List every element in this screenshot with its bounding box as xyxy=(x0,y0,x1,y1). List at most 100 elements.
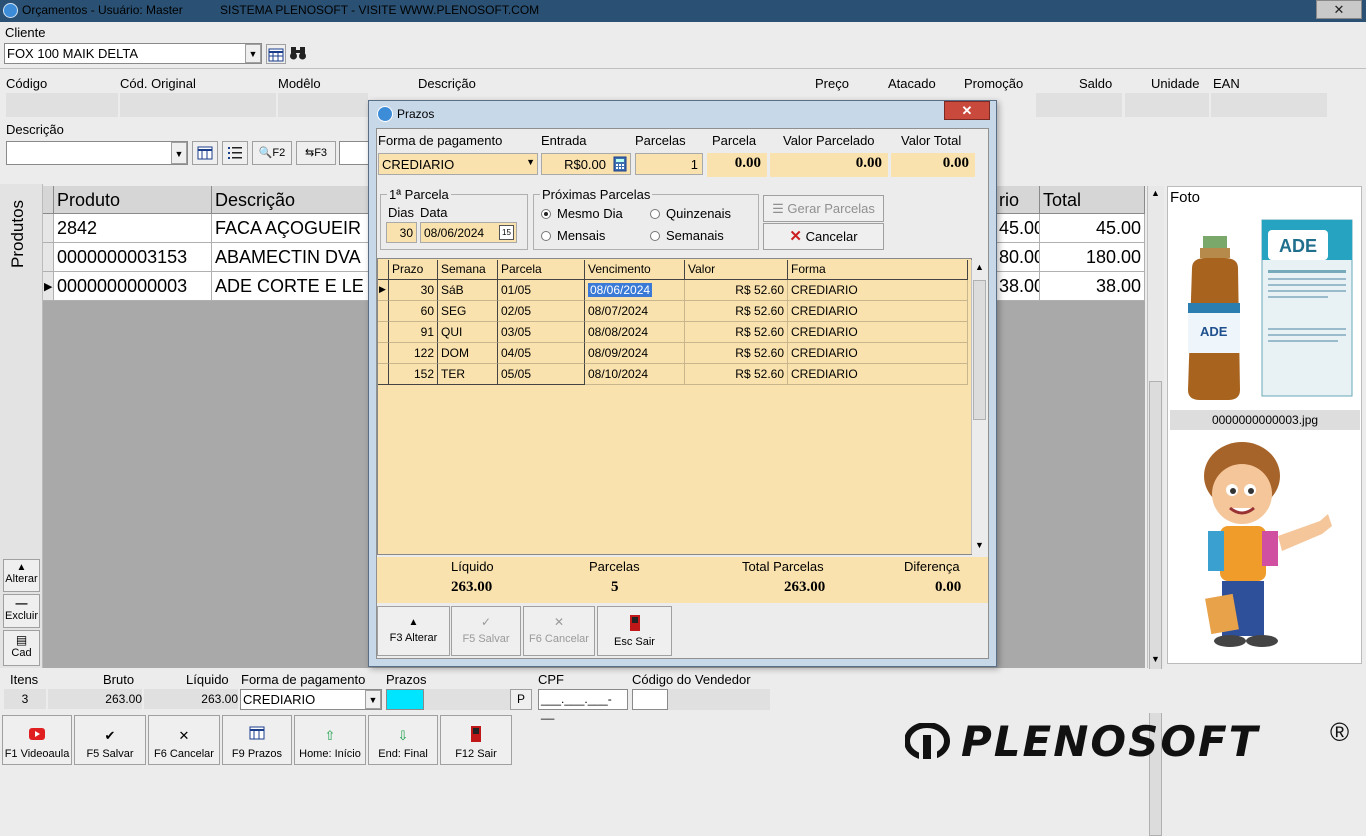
table-row-cell[interactable]: DOM xyxy=(438,343,498,364)
table-row-cell[interactable]: QUI xyxy=(438,322,498,343)
table-row-cell[interactable]: 03/05 xyxy=(498,322,585,343)
f1-videoaula-button[interactable]: F1 Videoaula xyxy=(2,715,72,765)
f6-cancelar-dialog-button[interactable]: ✕ F6 Cancelar xyxy=(523,606,595,656)
scroll-up-icon[interactable]: ▲ xyxy=(975,262,984,272)
dialog-close-button[interactable]: ✕ xyxy=(944,101,990,120)
radio-semanais[interactable] xyxy=(650,231,660,241)
radio-mesmo-dia[interactable] xyxy=(541,209,551,219)
calendar-picker-icon[interactable]: 15 xyxy=(499,225,514,240)
table-row-cell[interactable]: SáB xyxy=(438,280,498,301)
radio-quinzenais-label[interactable]: Quinzenais xyxy=(666,206,731,221)
col-prazo[interactable]: Prazo xyxy=(389,260,438,280)
gerar-parcelas-button[interactable]: ☰ Gerar Parcelas xyxy=(763,195,884,222)
table-row-cell[interactable]: 01/05 xyxy=(498,280,585,301)
codigo-field[interactable] xyxy=(6,93,118,117)
dias-input[interactable]: 30 xyxy=(386,222,417,243)
col-semana[interactable]: Semana xyxy=(438,260,498,280)
chevron-down-icon[interactable]: ▼ xyxy=(171,142,187,164)
table-row-cell[interactable]: R$ 52.60 xyxy=(685,322,788,343)
col-forma[interactable]: Forma xyxy=(788,260,968,280)
radio-mesmo-dia-label[interactable]: Mesmo Dia xyxy=(557,206,623,221)
f5-salvar-dialog-button[interactable]: ✓ F5 Salvar xyxy=(451,606,521,656)
prazos-button[interactable]: P xyxy=(510,689,532,710)
table-row-cell[interactable]: 04/05 xyxy=(498,343,585,364)
col-valor[interactable]: Valor xyxy=(685,260,788,280)
cod-original-field[interactable] xyxy=(120,93,276,117)
table-row-cell[interactable]: 05/05 xyxy=(498,364,585,385)
calendar-grid-icon[interactable] xyxy=(266,44,286,64)
unidade-field[interactable] xyxy=(1125,93,1209,117)
table-row-cell[interactable]: CREDIARIO xyxy=(788,280,968,301)
col-total[interactable]: Total xyxy=(1040,186,1145,214)
table-row-cell[interactable]: 38.00 xyxy=(1040,272,1145,301)
forma-pagamento-dlg-select[interactable]: CREDIARIO ▼ xyxy=(378,153,538,175)
f3-swap-button[interactable]: ⇆F3 xyxy=(296,141,336,165)
f2-search-button[interactable]: 🔍F2 xyxy=(252,141,292,165)
radio-semanais-label[interactable]: Semanais xyxy=(666,228,724,243)
entrada-input[interactable]: R$0.00 xyxy=(541,153,631,175)
chevron-down-icon[interactable]: ▼ xyxy=(526,157,535,167)
table-row-cell[interactable]: ABAMECTIN DVA xyxy=(212,243,372,272)
cpf-input[interactable]: ___.___.___-__ xyxy=(538,689,628,720)
close-button[interactable]: ✕ xyxy=(1316,0,1362,19)
esc-sair-button[interactable]: Esc Sair xyxy=(597,606,672,656)
scroll-up-icon[interactable]: ▲ xyxy=(1151,188,1160,198)
scroll-down-icon[interactable]: ▼ xyxy=(975,540,984,550)
table-row-cell[interactable]: 45.00 xyxy=(996,214,1040,243)
alterar-button[interactable]: ▲ Alterar xyxy=(3,559,40,592)
radio-mensais-label[interactable]: Mensais xyxy=(557,228,605,243)
parcelas-scrollbar[interactable]: ▲ ▼ xyxy=(971,260,987,554)
table-row-cell[interactable]: TER xyxy=(438,364,498,385)
f12-sair-button[interactable]: F12 Sair xyxy=(440,715,512,765)
cancelar-dialog-button[interactable]: ✕ Cancelar xyxy=(763,223,884,250)
home-inicio-button[interactable]: ⇧ Home: Início xyxy=(294,715,366,765)
end-final-button[interactable]: ⇩ End: Final xyxy=(368,715,438,765)
f9-prazos-button[interactable]: F9 Prazos xyxy=(222,715,292,765)
ean-field[interactable] xyxy=(1211,93,1327,117)
table-row-cell[interactable]: CREDIARIO xyxy=(788,343,968,364)
chevron-down-icon[interactable]: ▼ xyxy=(365,690,381,709)
chevron-down-icon[interactable]: ▼ xyxy=(245,44,261,63)
produtos-tab[interactable]: Produtos xyxy=(8,200,28,268)
binoculars-icon[interactable] xyxy=(289,45,309,63)
modelo-field[interactable] xyxy=(278,93,368,117)
table-row-cell[interactable]: 180.00 xyxy=(1040,243,1145,272)
scroll-thumb[interactable] xyxy=(973,280,986,420)
data-input[interactable]: 08/06/2024 15 xyxy=(420,222,517,243)
table-row-cell[interactable]: 152 xyxy=(389,364,438,385)
f3-alterar-button[interactable]: ▲ F3 Alterar xyxy=(377,606,450,656)
scroll-down-icon[interactable]: ▼ xyxy=(1151,654,1160,664)
table-row-cell[interactable]: R$ 52.60 xyxy=(685,343,788,364)
col-unitario[interactable]: rio xyxy=(996,186,1040,214)
table-row-cell[interactable]: ADE CORTE E LE xyxy=(212,272,372,301)
table-row-cell[interactable]: 122 xyxy=(389,343,438,364)
table-row-cell[interactable]: 45.00 xyxy=(1040,214,1145,243)
radio-quinzenais[interactable] xyxy=(650,209,660,219)
table-row-cell[interactable]: 08/10/2024 xyxy=(585,364,685,385)
table-row-cell-selected[interactable]: 08/06/2024 xyxy=(585,280,685,301)
saldo-field[interactable] xyxy=(1036,93,1122,117)
table-row-cell[interactable]: 08/09/2024 xyxy=(585,343,685,364)
table-row-cell[interactable]: 08/08/2024 xyxy=(585,322,685,343)
table-row-cell[interactable]: 91 xyxy=(389,322,438,343)
excluir-button[interactable]: — Excluir xyxy=(3,594,40,628)
prazos-field[interactable] xyxy=(386,689,424,710)
vendedor-input[interactable] xyxy=(632,689,668,710)
table-row-cell[interactable]: FACA AÇOGUEIR xyxy=(212,214,372,243)
col-parcela[interactable]: Parcela xyxy=(498,260,585,280)
table-row-cell[interactable]: 38.00 xyxy=(996,272,1040,301)
table-row-cell[interactable]: CREDIARIO xyxy=(788,301,968,322)
list-icon[interactable] xyxy=(222,141,248,165)
table-row-cell[interactable]: R$ 52.60 xyxy=(685,301,788,322)
table-row-cell[interactable]: CREDIARIO xyxy=(788,322,968,343)
cliente-select[interactable]: FOX 100 MAIK DELTA ▼ xyxy=(4,43,262,64)
cad-button[interactable]: ▤ Cad xyxy=(3,630,40,666)
parcelas-input[interactable]: 1 xyxy=(635,153,703,175)
radio-mensais[interactable] xyxy=(541,231,551,241)
table-row-cell[interactable]: 0000000003153 xyxy=(54,243,212,272)
calculator-icon[interactable] xyxy=(612,156,628,172)
table-row-cell[interactable]: 08/07/2024 xyxy=(585,301,685,322)
table-row-cell[interactable]: R$ 52.60 xyxy=(685,280,788,301)
descricao-search-select[interactable]: ▼ xyxy=(6,141,188,165)
table-row-cell[interactable]: CREDIARIO xyxy=(788,364,968,385)
